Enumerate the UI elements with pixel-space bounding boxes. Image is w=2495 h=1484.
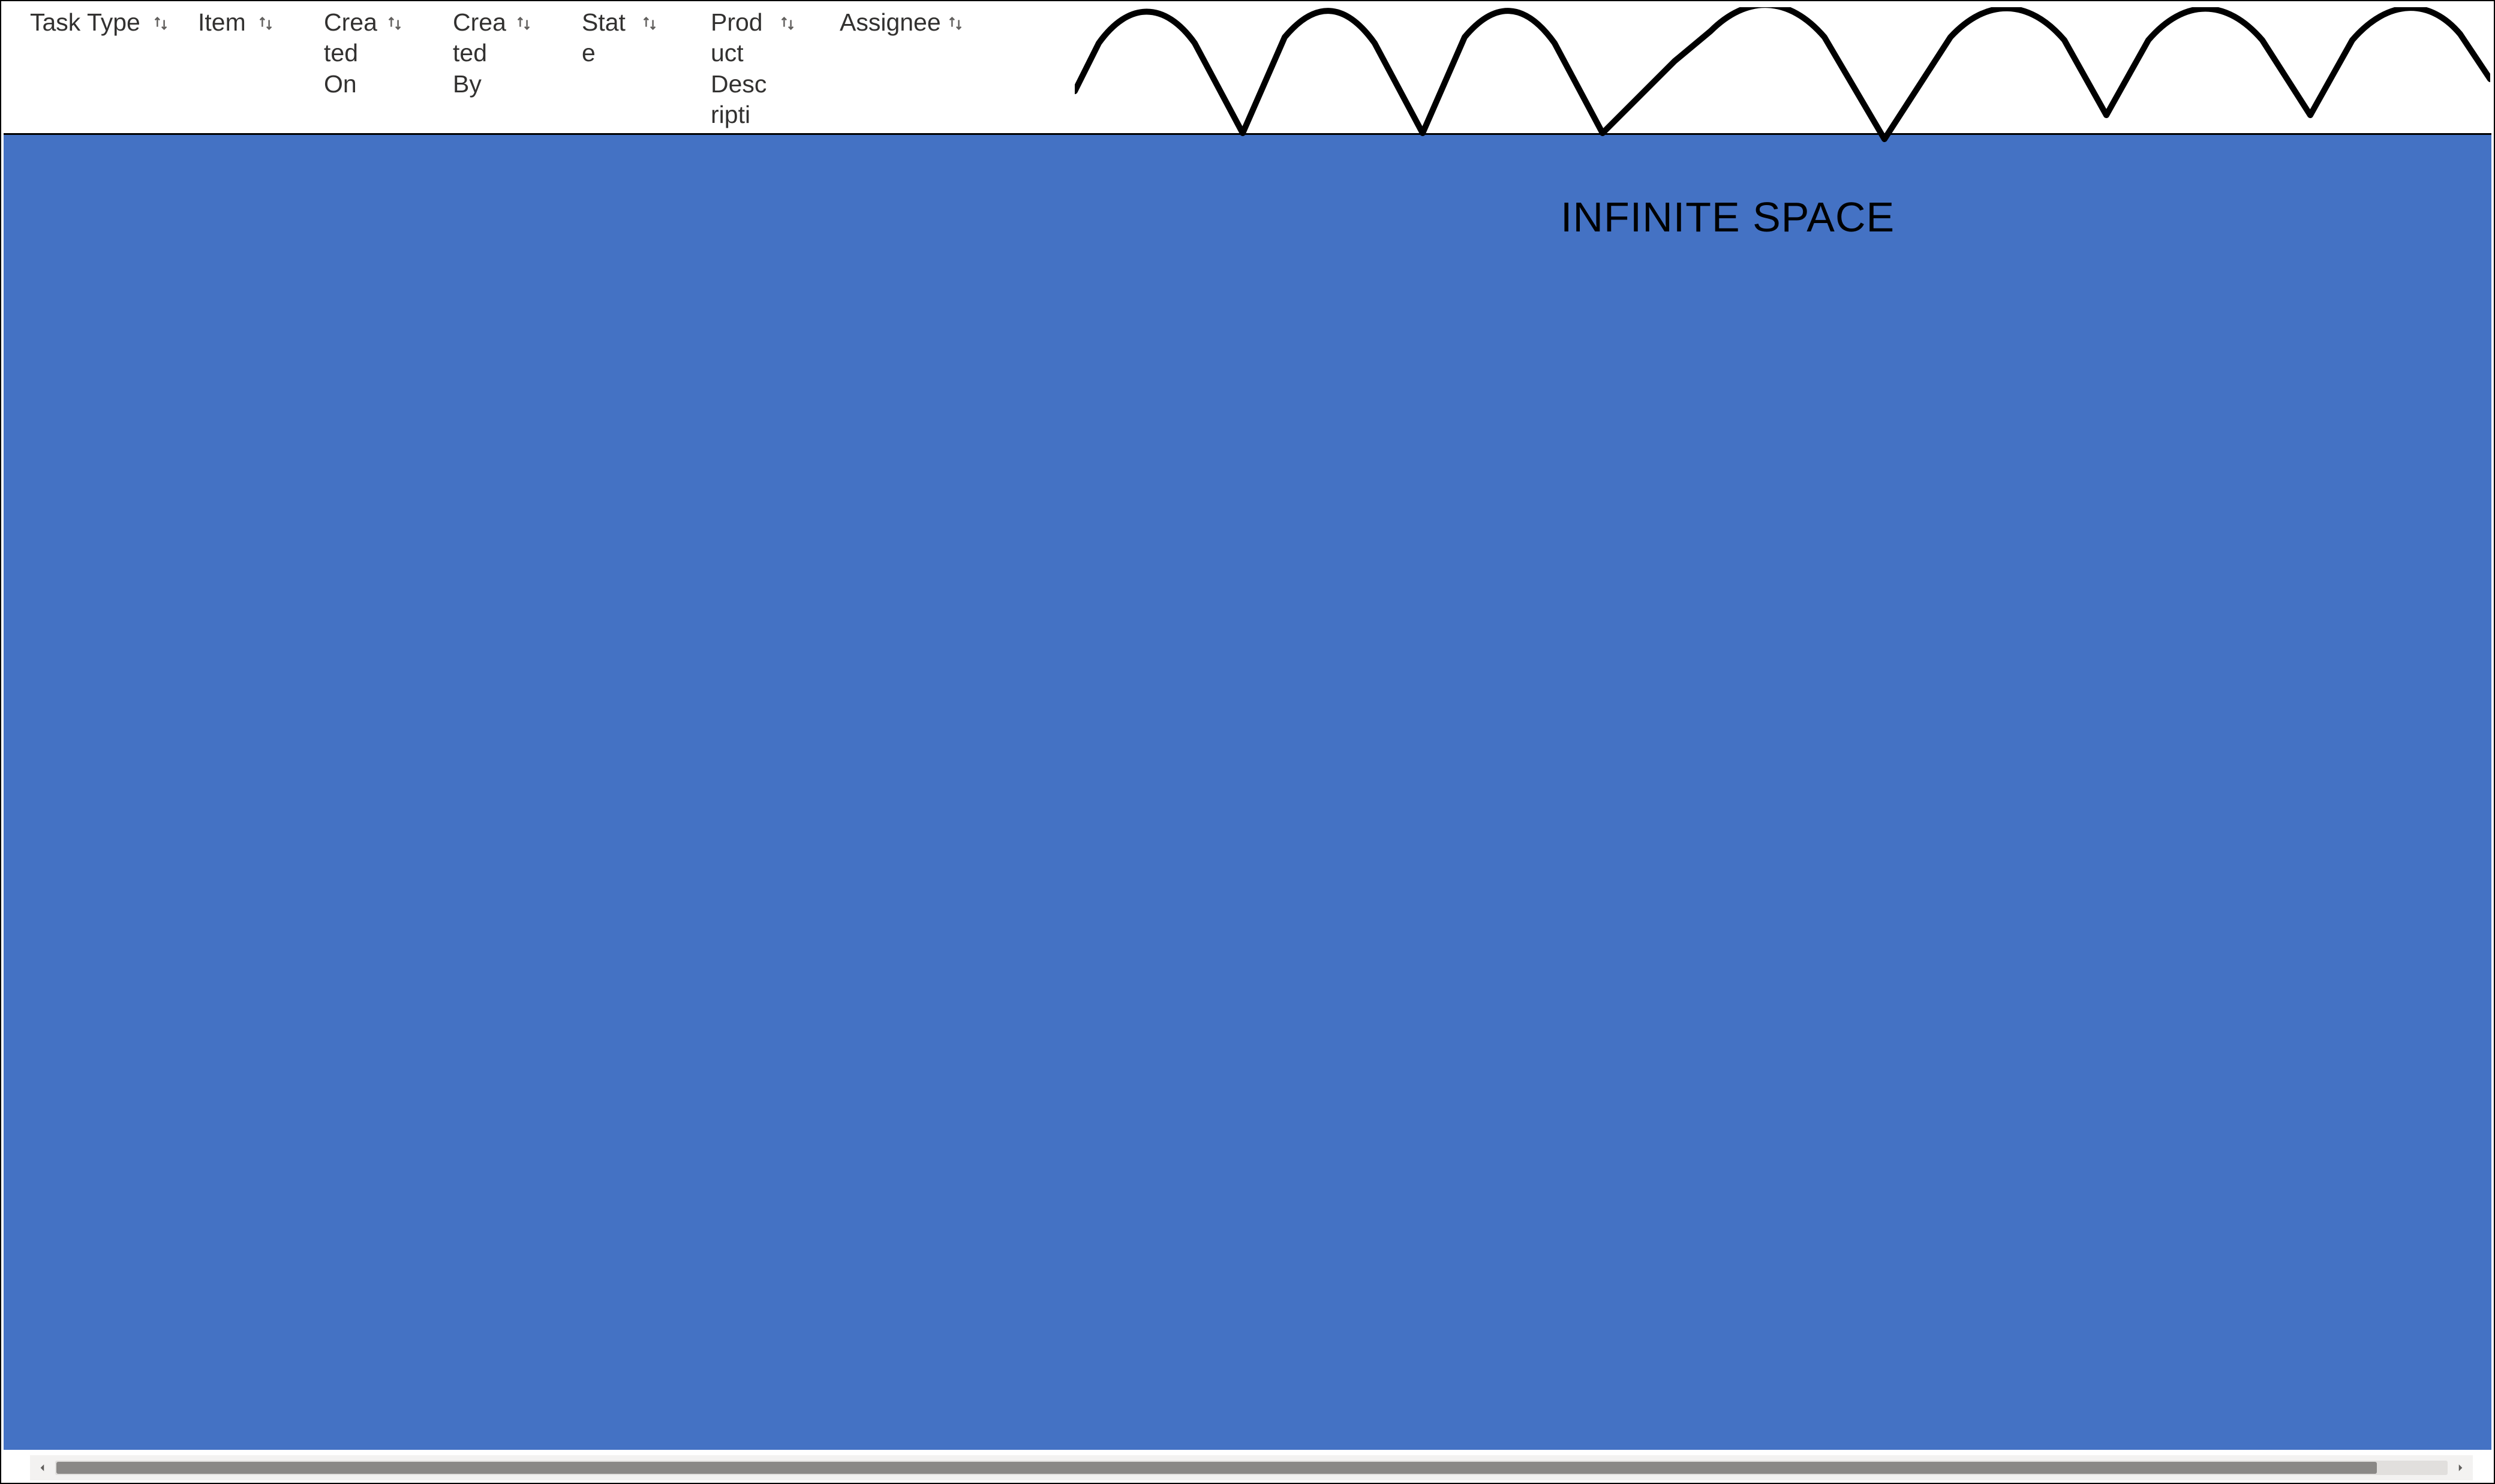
scroll-track[interactable] (55, 1461, 2448, 1475)
app-viewport: Task Type Item Created On (0, 0, 2495, 1484)
sort-icon[interactable] (641, 14, 659, 32)
table-header-row: Task Type Item Created On (1, 1, 2494, 133)
column-header-created-on[interactable]: Created On (324, 7, 453, 100)
sort-icon[interactable] (386, 14, 404, 32)
sort-icon[interactable] (257, 14, 275, 32)
infinite-space-overlay (4, 133, 2491, 1450)
scroll-thumb[interactable] (56, 1462, 2377, 1474)
column-header-task-type[interactable]: Task Type (30, 7, 198, 38)
column-label: Item (198, 7, 252, 38)
column-label: Created On (324, 7, 381, 100)
infinite-space-label: INFINITE SPACE (1561, 193, 1895, 241)
column-label: Product Descripti (711, 7, 774, 130)
scroll-left-arrow-icon[interactable] (30, 1455, 55, 1480)
sort-icon[interactable] (152, 14, 170, 32)
column-header-item[interactable]: Item (198, 7, 324, 38)
sort-icon[interactable] (946, 14, 964, 32)
column-header-assignee[interactable]: Assignee (840, 7, 984, 38)
column-header-created-by[interactable]: Created By (453, 7, 582, 100)
column-label: Created By (453, 7, 510, 100)
scroll-right-arrow-icon[interactable] (2448, 1455, 2473, 1480)
horizontal-scrollbar[interactable] (30, 1455, 2473, 1480)
column-header-state[interactable]: State (582, 7, 711, 69)
column-header-product-description[interactable]: Product Descripti (711, 7, 840, 130)
column-label: State (582, 7, 636, 69)
column-label: Assignee (840, 7, 942, 38)
column-label: Task Type (30, 7, 147, 38)
sort-icon[interactable] (778, 14, 796, 32)
sort-icon[interactable] (515, 14, 533, 32)
